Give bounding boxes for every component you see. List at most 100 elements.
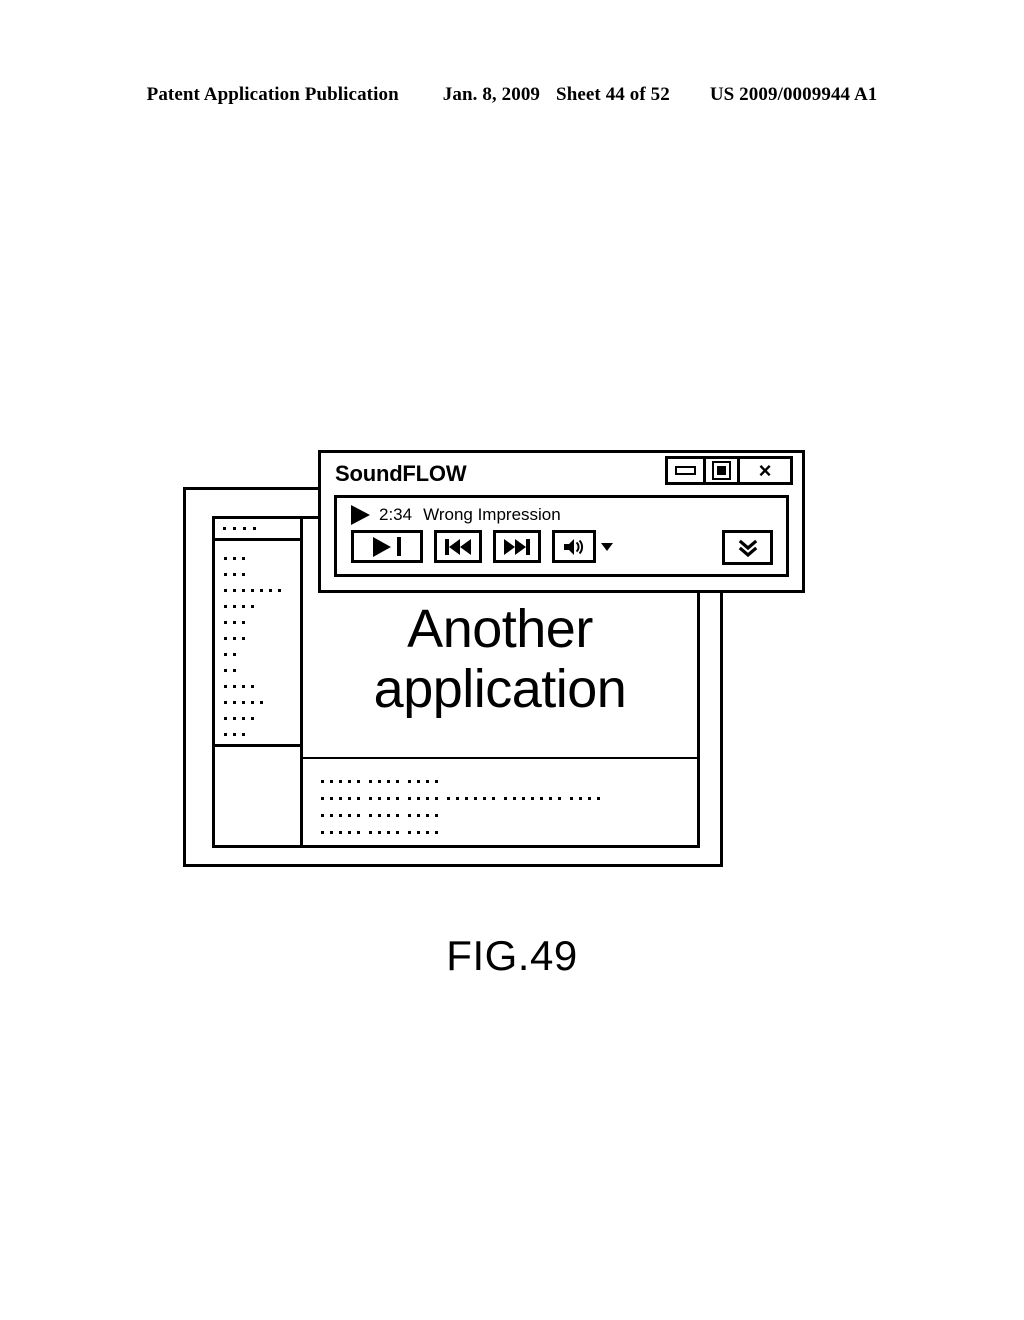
placeholder-dot <box>224 684 227 688</box>
placeholder-word <box>408 780 438 783</box>
placeholder-dot <box>233 716 236 720</box>
placeholder-dot <box>570 797 573 800</box>
soundflow-titlebar[interactable]: SoundFLOW × <box>321 453 802 495</box>
sidebar-list-item[interactable] <box>215 726 300 742</box>
placeholder-word <box>321 831 360 834</box>
transport-controls <box>351 530 776 563</box>
skip-back-icon <box>445 538 471 555</box>
placeholder-dot <box>339 814 342 817</box>
next-track-button[interactable] <box>493 530 541 563</box>
track-time: 2:34 <box>379 504 413 524</box>
expand-button[interactable] <box>722 530 773 565</box>
sidebar-list[interactable] <box>215 541 300 747</box>
placeholder-dot <box>242 700 245 704</box>
now-playing-row: 2:34 Wrong Impression <box>337 498 786 525</box>
placeholder-dot <box>242 604 245 608</box>
previous-track-button[interactable] <box>434 530 482 563</box>
placeholder-dot <box>224 732 227 736</box>
placeholder-word <box>408 797 438 800</box>
placeholder-dot <box>224 716 227 720</box>
placeholder-dot <box>426 797 429 800</box>
placeholder-word <box>408 831 438 834</box>
sidebar-list-item[interactable] <box>215 614 300 630</box>
placeholder-dot <box>224 700 227 704</box>
placeholder-dot <box>242 716 245 720</box>
soundflow-window[interactable]: SoundFLOW × 2:34 Wrong Impression <box>318 450 805 593</box>
play-pause-icon <box>373 536 401 557</box>
placeholder-word <box>369 780 399 783</box>
placeholder-word <box>369 797 399 800</box>
placeholder-dot <box>339 831 342 834</box>
content-title-line-2: application <box>373 659 627 719</box>
sidebar-list-item[interactable] <box>215 598 300 614</box>
sidebar-header <box>215 519 300 541</box>
placeholder-dot <box>522 797 525 800</box>
placeholder-dot <box>369 814 372 817</box>
placeholder-dot <box>224 588 227 592</box>
placeholder-dot <box>242 636 245 640</box>
placeholder-dot <box>251 716 254 720</box>
placeholder-dot <box>540 797 543 800</box>
placeholder-dot <box>242 732 245 736</box>
volume-dropdown-caret-icon[interactable] <box>601 542 613 551</box>
placeholder-word <box>321 780 360 783</box>
placeholder-dot <box>417 797 420 800</box>
sidebar-list-item[interactable] <box>215 582 300 598</box>
sidebar-footer-panel <box>215 747 300 845</box>
placeholder-dot <box>408 814 411 817</box>
placeholder-dot <box>224 572 227 576</box>
placeholder-dot <box>243 527 246 530</box>
placeholder-dot <box>224 620 227 624</box>
placeholder-dot <box>339 797 342 800</box>
placeholder-dot <box>233 527 236 530</box>
sidebar-list-item[interactable] <box>215 550 300 566</box>
placeholder-dot <box>435 831 438 834</box>
maximize-button[interactable] <box>703 456 740 485</box>
placeholder-dot <box>224 652 227 656</box>
minimize-icon <box>675 466 696 475</box>
placeholder-dot <box>251 588 254 592</box>
figure-drawing: Another application SoundFLOW × 2:34 Wro… <box>0 0 1024 1320</box>
body-text-line <box>321 773 697 790</box>
sidebar-list-item[interactable] <box>215 630 300 646</box>
play-pause-button[interactable] <box>351 530 423 563</box>
placeholder-dot <box>251 700 254 704</box>
sidebar-list-item[interactable] <box>215 566 300 582</box>
placeholder-dot <box>233 588 236 592</box>
placeholder-dot <box>504 797 507 800</box>
placeholder-dot <box>378 797 381 800</box>
volume-button[interactable] <box>552 530 596 563</box>
placeholder-dot <box>408 780 411 783</box>
placeholder-dot <box>330 814 333 817</box>
placeholder-dot <box>558 797 561 800</box>
speaker-icon <box>562 537 586 557</box>
sidebar-list-item[interactable] <box>215 710 300 726</box>
track-title: Wrong Impression <box>423 504 561 524</box>
placeholder-dot <box>269 588 272 592</box>
placeholder-dot <box>378 814 381 817</box>
sidebar-list-item[interactable] <box>215 646 300 662</box>
placeholder-dot <box>339 780 342 783</box>
placeholder-word <box>321 797 360 800</box>
placeholder-dot <box>253 527 256 530</box>
sidebar-list-item[interactable] <box>215 694 300 710</box>
placeholder-dot <box>233 620 236 624</box>
placeholder-dot <box>408 797 411 800</box>
placeholder-dot <box>242 588 245 592</box>
placeholder-dot <box>321 780 324 783</box>
sidebar-list-item[interactable] <box>215 662 300 678</box>
minimize-button[interactable] <box>665 456 706 485</box>
placeholder-word <box>504 797 561 800</box>
sidebar-list-item[interactable] <box>215 678 300 694</box>
placeholder-dot <box>224 556 227 560</box>
placeholder-dot <box>357 797 360 800</box>
placeholder-dot <box>348 831 351 834</box>
background-window-sidebar[interactable] <box>215 519 303 845</box>
placeholder-dot <box>330 797 333 800</box>
soundflow-title: SoundFLOW <box>335 461 467 486</box>
close-button[interactable]: × <box>737 456 793 485</box>
placeholder-dot <box>447 797 450 800</box>
body-text-line <box>321 841 697 845</box>
placeholder-dot <box>396 797 399 800</box>
placeholder-dot <box>426 814 429 817</box>
